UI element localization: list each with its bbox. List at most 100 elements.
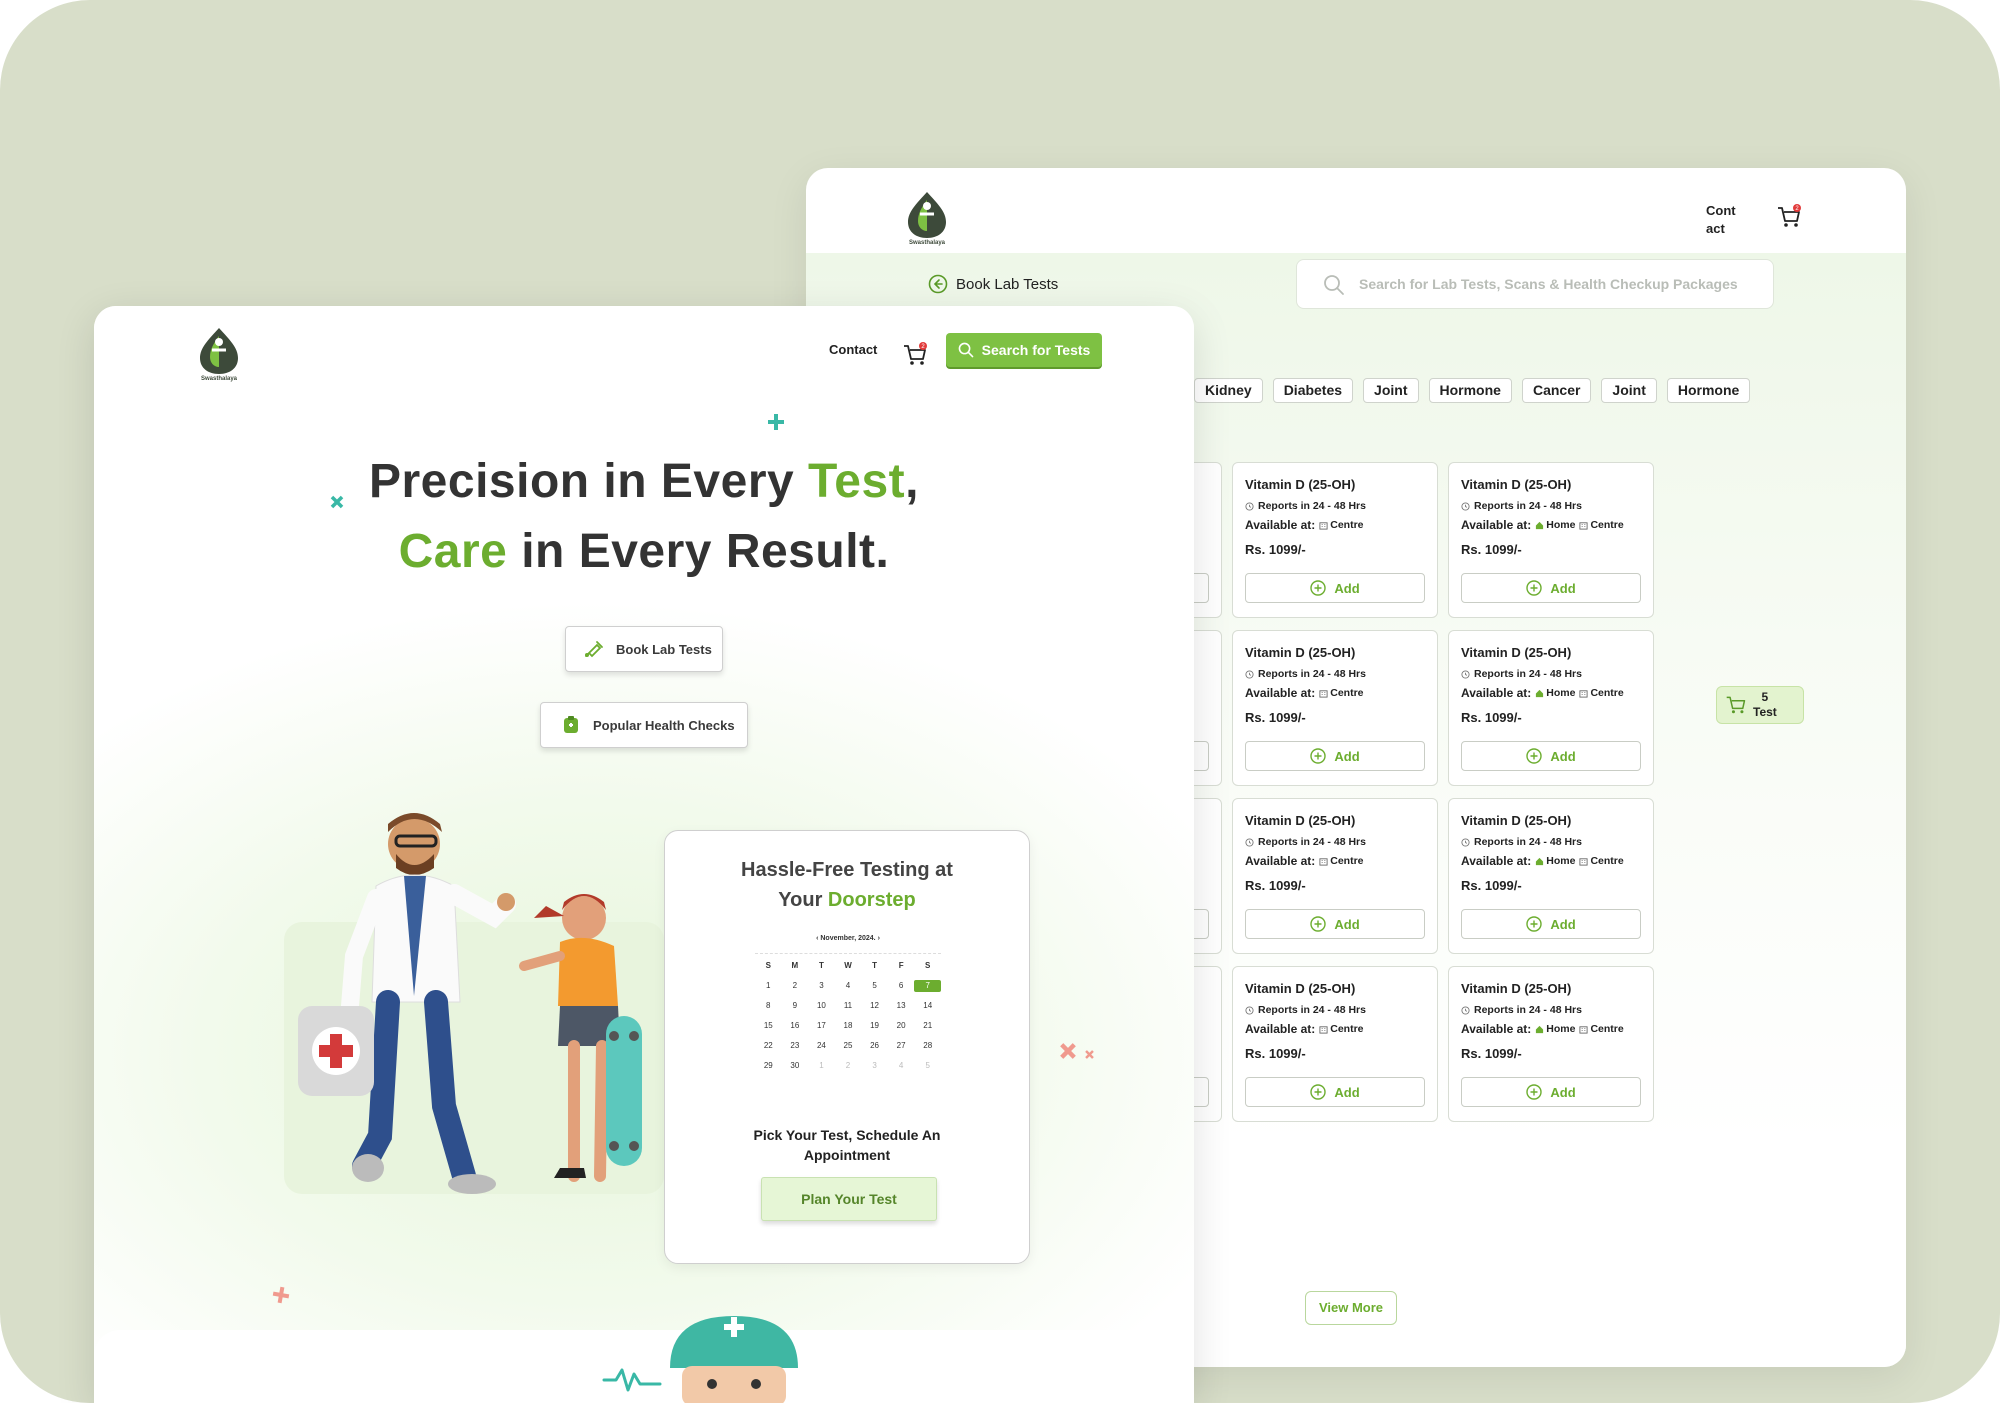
- headline-text: Precision in Every: [368, 455, 809, 508]
- headline-highlight: Test: [808, 455, 906, 508]
- loc-centre-label: Centre: [1330, 1023, 1364, 1035]
- calendar-day[interactable]: 29: [755, 1060, 782, 1072]
- calendar-day[interactable]: 28: [914, 1040, 941, 1052]
- view-more-button[interactable]: View More: [1305, 1291, 1397, 1325]
- category-chip[interactable]: Diabetes: [1272, 378, 1354, 403]
- calendar-day[interactable]: 15: [755, 1020, 782, 1032]
- calendar-day[interactable]: 17: [808, 1020, 835, 1032]
- calendar-day[interactable]: 30: [782, 1060, 809, 1072]
- search-button-label: Search for Tests: [981, 342, 1091, 358]
- test-card[interactable]: Vitamin D (25-OH) Reports in 24 - 48 Hrs A…: [1448, 798, 1654, 954]
- category-chip[interactable]: Joint: [1363, 378, 1419, 403]
- calendar-day[interactable]: 19: [861, 1020, 888, 1032]
- add-label: Add: [1550, 916, 1576, 932]
- add-circle-icon: [1310, 580, 1327, 596]
- calendar-day[interactable]: 23: [782, 1040, 809, 1052]
- add-label: Add: [1550, 1084, 1576, 1100]
- calendar-day[interactable]: 3: [861, 1060, 888, 1072]
- calendar-day[interactable]: 20: [888, 1020, 915, 1032]
- calendar-day[interactable]: 13: [888, 1000, 915, 1012]
- test-title: Vitamin D (25-OH): [1461, 981, 1572, 996]
- calendar-day[interactable]: 4: [888, 1060, 915, 1072]
- add-test-button[interactable]: Add: [1461, 1077, 1641, 1107]
- add-test-button[interactable]: Add: [1245, 1077, 1425, 1107]
- calendar-day[interactable]: 2: [835, 1060, 862, 1072]
- report-time: Reports in 24 - 48 Hrs: [1245, 1004, 1425, 1016]
- calendar-day[interactable]: 10: [808, 1000, 835, 1012]
- brand-logo[interactable]: Swasthalaya: [190, 322, 248, 387]
- calendar-day[interactable]: 11: [835, 1000, 862, 1012]
- building-icon: [1579, 521, 1588, 530]
- add-test-button[interactable]: Add: [1245, 909, 1425, 939]
- report-time-text: Reports in 24 - 48 Hrs: [1258, 500, 1366, 512]
- calendar-month-header: ‹ November, 2024. ›: [755, 935, 941, 942]
- category-chip[interactable]: Kidney: [1194, 378, 1263, 403]
- cart-button[interactable]: 2: [902, 342, 928, 373]
- calendar-day[interactable]: 5: [914, 1060, 941, 1072]
- calendar-day[interactable]: 14: [914, 1000, 941, 1012]
- contact-link[interactable]: Contact: [829, 342, 877, 357]
- add-test-button[interactable]: Add: [1245, 573, 1425, 603]
- calendar-day[interactable]: 25: [835, 1040, 862, 1052]
- calendar-day[interactable]: 9: [782, 1000, 809, 1012]
- search-input[interactable]: Search for Lab Tests, Scans & Health Che…: [1296, 259, 1774, 309]
- test-card[interactable]: Vitamin D (25-OH) Reports in 24 - 48 Hrs A…: [1232, 798, 1438, 954]
- popular-health-checks-button[interactable]: Popular Health Checks: [540, 702, 748, 748]
- calendar-widget[interactable]: ‹ November, 2024. › S M T W T F S 1 2 3 4 5 6 7 8 9 10 11…: [755, 935, 941, 1105]
- calendar-day[interactable]: 8: [755, 1000, 782, 1012]
- doctor-and-patient-illustration: [284, 813, 664, 1194]
- calendar-day[interactable]: 26: [861, 1040, 888, 1052]
- report-time-text: Reports in 24 - 48 Hrs: [1474, 668, 1582, 680]
- calendar-day[interactable]: 27: [888, 1040, 915, 1052]
- chevron-right-icon[interactable]: ›: [876, 935, 880, 942]
- cart-summary-float[interactable]: 5 Test: [1716, 686, 1804, 724]
- contact-link[interactable]: Cont act: [1706, 202, 1756, 238]
- hero-headline-line1: Precision in Every Test,: [94, 454, 1194, 509]
- add-test-button[interactable]: Add: [1461, 741, 1641, 771]
- calendar-day[interactable]: 22: [755, 1040, 782, 1052]
- add-test-button[interactable]: Add: [1461, 573, 1641, 603]
- report-time-text: Reports in 24 - 48 Hrs: [1258, 668, 1366, 680]
- add-circle-icon: [1526, 1084, 1543, 1100]
- calendar-day[interactable]: 1: [755, 980, 782, 992]
- category-chip[interactable]: Hormone: [1666, 378, 1751, 403]
- calendar-day[interactable]: 1: [808, 1060, 835, 1072]
- test-card[interactable]: Vitamin D (25-OH) Reports in 24 - 48 Hrs A…: [1232, 966, 1438, 1122]
- add-test-button[interactable]: Add: [1461, 909, 1641, 939]
- report-time-text: Reports in 24 - 48 Hrs: [1474, 1004, 1582, 1016]
- location-centre: Centre: [1579, 519, 1624, 531]
- category-chips: Kidney Diabetes Joint Hormone Cancer Joint Hor…: [1194, 378, 1751, 403]
- calendar-day[interactable]: 5: [861, 980, 888, 992]
- calendar-day[interactable]: 24: [808, 1040, 835, 1052]
- loc-home-label: Home: [1546, 519, 1576, 531]
- search-for-tests-button[interactable]: Search for Tests: [946, 333, 1102, 367]
- test-card[interactable]: Vitamin D (25-OH) Reports in 24 - 48 Hrs A…: [1448, 966, 1654, 1122]
- calendar-day[interactable]: 18: [835, 1020, 862, 1032]
- brand-logo[interactable]: Swasthalaya: [898, 186, 956, 251]
- clock-icon: [1461, 669, 1470, 679]
- test-title: Vitamin D (25-OH): [1461, 477, 1572, 492]
- category-chip[interactable]: Joint: [1601, 378, 1657, 403]
- calendar-day[interactable]: 2: [782, 980, 809, 992]
- test-price: Rs. 1099/-: [1245, 878, 1306, 893]
- add-test-button[interactable]: Add: [1245, 741, 1425, 771]
- test-card[interactable]: Vitamin D (25-OH) Reports in 24 - 48 Hrs A…: [1448, 462, 1654, 618]
- test-card[interactable]: Vitamin D (25-OH) Reports in 24 - 48 Hrs A…: [1232, 462, 1438, 618]
- cart-button[interactable]: 2: [1776, 204, 1802, 235]
- calendar-day[interactable]: 7: [914, 980, 941, 992]
- clock-icon: [1245, 669, 1254, 679]
- category-chip[interactable]: Cancer: [1521, 378, 1592, 403]
- search-icon: [1324, 275, 1344, 295]
- calendar-day[interactable]: 21: [914, 1020, 941, 1032]
- test-card[interactable]: Vitamin D (25-OH) Reports in 24 - 48 Hrs A…: [1448, 630, 1654, 786]
- category-chip[interactable]: Hormone: [1428, 378, 1512, 403]
- calendar-day[interactable]: 4: [835, 980, 862, 992]
- plan-your-test-button[interactable]: Plan Your Test: [761, 1177, 937, 1221]
- test-card[interactable]: Vitamin D (25-OH) Reports in 24 - 48 Hrs A…: [1232, 630, 1438, 786]
- calendar-day[interactable]: 3: [808, 980, 835, 992]
- back-to-book-lab-tests[interactable]: Book Lab Tests: [928, 274, 1058, 294]
- book-lab-tests-button[interactable]: Book Lab Tests: [565, 626, 723, 672]
- calendar-day[interactable]: 12: [861, 1000, 888, 1012]
- calendar-day[interactable]: 16: [782, 1020, 809, 1032]
- calendar-day[interactable]: 6: [888, 980, 915, 992]
